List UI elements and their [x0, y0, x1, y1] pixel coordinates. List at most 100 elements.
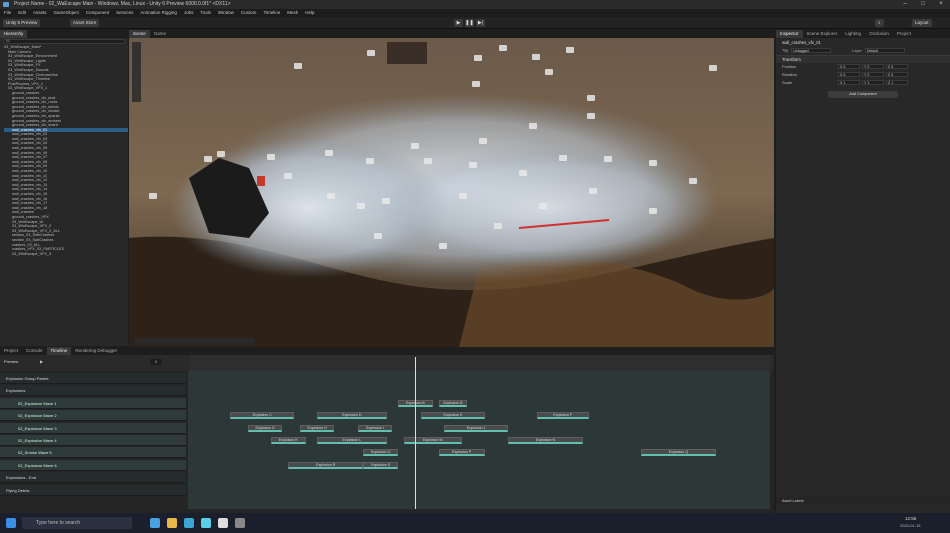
timeline-track[interactable]: 02_Explosion Wave 6 — [0, 459, 186, 471]
timeline-clip[interactable]: Explosion C — [230, 412, 295, 420]
particle-gizmo-icon[interactable] — [649, 208, 657, 214]
particle-gizmo-icon[interactable] — [532, 54, 540, 60]
particle-gizmo-icon[interactable] — [204, 156, 212, 162]
particle-gizmo-icon[interactable] — [474, 55, 482, 61]
particle-gizmo-icon[interactable] — [439, 243, 447, 249]
preview-button[interactable]: Preview — [4, 359, 18, 364]
particle-gizmo-icon[interactable] — [149, 193, 157, 199]
tab-inspector-2[interactable]: Lighting — [841, 30, 865, 38]
timeline-clip[interactable]: Explosion P — [438, 449, 485, 457]
timeline-clip[interactable]: Explosion J — [444, 424, 508, 432]
timeline-track[interactable]: 02_Smoke Wave 5 — [0, 447, 186, 459]
menu-item[interactable]: Animation Rigging — [140, 9, 177, 17]
tab-inspector-1[interactable]: Scene Explorer — [803, 30, 842, 38]
file-explorer-icon[interactable] — [167, 518, 177, 528]
timeline-clip[interactable]: Explosion B — [438, 399, 468, 407]
transform-z-field[interactable]: Z 1 — [886, 80, 908, 86]
particle-gizmo-icon[interactable] — [424, 158, 432, 164]
layout-dropdown[interactable]: Layout — [912, 19, 932, 27]
particle-gizmo-icon[interactable] — [374, 233, 382, 239]
timeline-clip[interactable]: Explosion S — [363, 461, 399, 469]
timeline-track[interactable]: 02_Explosion Wave 4 — [0, 435, 186, 446]
menu-item[interactable]: File — [4, 9, 11, 17]
asset-labels[interactable]: Asset Labels — [776, 497, 950, 505]
menu-item[interactable]: GameObject — [54, 9, 79, 17]
transform-z-field[interactable]: Z 0 — [886, 72, 908, 78]
play-timeline-icon[interactable]: ▶ — [40, 359, 43, 364]
tab-scene[interactable]: Scene — [129, 30, 150, 38]
taskbar-search-input[interactable]: Type here to search — [22, 517, 132, 529]
tab-hierarchy[interactable]: Hierarchy — [0, 30, 28, 38]
menu-item[interactable]: Window — [218, 9, 234, 17]
windows-start-icon[interactable] — [6, 518, 16, 528]
particle-gizmo-icon[interactable] — [327, 193, 335, 199]
particle-gizmo-icon[interactable] — [382, 198, 390, 204]
particle-gizmo-icon[interactable] — [587, 113, 595, 119]
timeline-track[interactable]: Flying Debris — [0, 484, 186, 496]
tab-bottom-3[interactable]: Rendering Debugger — [71, 347, 121, 355]
particle-gizmo-icon[interactable] — [357, 203, 365, 209]
particle-gizmo-icon[interactable] — [589, 188, 597, 194]
playhead[interactable] — [415, 357, 417, 509]
app-icon[interactable] — [201, 518, 211, 528]
particle-gizmo-icon[interactable] — [519, 170, 527, 176]
add-component-button[interactable]: Add Component — [828, 91, 898, 98]
unity-taskbar-icon[interactable] — [218, 518, 228, 528]
transform-y-field[interactable]: Y 0 — [862, 64, 884, 70]
timeline-clip[interactable]: Explosion M — [403, 437, 462, 444]
tools-overlay[interactable] — [132, 42, 141, 102]
settings-icon[interactable] — [235, 518, 245, 528]
menu-item[interactable]: Assets — [33, 9, 47, 17]
menu-item[interactable]: Edit — [18, 9, 26, 17]
close-icon[interactable]: × — [932, 0, 950, 9]
timeline-clip[interactable]: Explosion Q — [640, 449, 716, 457]
particle-gizmo-icon[interactable] — [284, 173, 292, 179]
tab-inspector-4[interactable]: Project — [893, 30, 915, 38]
menu-item[interactable]: Component — [86, 9, 109, 17]
particle-gizmo-icon[interactable] — [539, 203, 547, 209]
timeline-clip[interactable]: Explosion E — [421, 412, 485, 420]
store-icon[interactable] — [184, 518, 194, 528]
time-ruler[interactable] — [190, 355, 770, 371]
particle-gizmo-icon[interactable] — [649, 160, 657, 166]
timeline-clip[interactable]: Explosion R — [288, 461, 364, 469]
particle-gizmo-icon[interactable] — [566, 47, 574, 53]
timeline-track[interactable]: 02_Explosion Wave 2 — [0, 410, 186, 422]
transform-header[interactable]: Transform — [776, 55, 950, 63]
object-name[interactable]: wall_crashes_vfx_01 — [776, 38, 950, 47]
pause-icon[interactable]: ❚❚ — [465, 19, 474, 27]
menu-item[interactable]: Help — [305, 9, 314, 17]
step-icon[interactable]: ▶| — [476, 19, 485, 27]
minimize-icon[interactable]: – — [896, 0, 914, 9]
timeline-track[interactable]: Explosion Group Parent — [0, 373, 186, 384]
transform-x-field[interactable]: X 1 — [838, 80, 860, 86]
particle-gizmo-icon[interactable] — [217, 151, 225, 157]
particle-gizmo-icon[interactable] — [366, 158, 374, 164]
tab-inspector-3[interactable]: Occlusion — [865, 30, 893, 38]
particle-gizmo-icon[interactable] — [709, 65, 717, 71]
menu-item[interactable]: Jobs — [184, 9, 194, 17]
search-icon[interactable]: ⌕ — [875, 19, 884, 27]
timeline-clip[interactable]: Explosion D — [317, 412, 387, 420]
timeline-clip[interactable]: Explosion L — [317, 437, 387, 444]
particle-gizmo-icon[interactable] — [411, 143, 419, 149]
hierarchy-item[interactable]: 03_WinEscape_VFX_3 — [4, 252, 128, 257]
menu-item[interactable]: Custom — [241, 9, 257, 17]
browser-icon[interactable] — [150, 518, 160, 528]
menu-item[interactable]: Services — [116, 9, 133, 17]
particle-gizmo-icon[interactable] — [604, 156, 612, 162]
tag-dropdown[interactable]: Untagged — [791, 48, 832, 53]
menu-item[interactable]: Mesh — [287, 9, 298, 17]
particle-gizmo-icon[interactable] — [325, 150, 333, 156]
play-icon[interactable]: ▶ — [454, 19, 463, 27]
tab-bottom-1[interactable]: Console — [22, 347, 47, 355]
timeline-clip[interactable]: Explosion G — [247, 424, 283, 432]
particle-gizmo-icon[interactable] — [545, 69, 553, 75]
asset-store-button[interactable]: Asset Store — [70, 19, 100, 27]
frame-field[interactable]: 0 — [150, 359, 162, 365]
tab-inspector-0[interactable]: Inspector — [776, 30, 803, 38]
timeline-track[interactable]: Explosions - End — [0, 472, 186, 484]
particle-gizmo-icon[interactable] — [587, 95, 595, 101]
tab-bottom-2[interactable]: Timeline — [46, 347, 72, 355]
transform-y-field[interactable]: Y 1 — [862, 80, 884, 86]
